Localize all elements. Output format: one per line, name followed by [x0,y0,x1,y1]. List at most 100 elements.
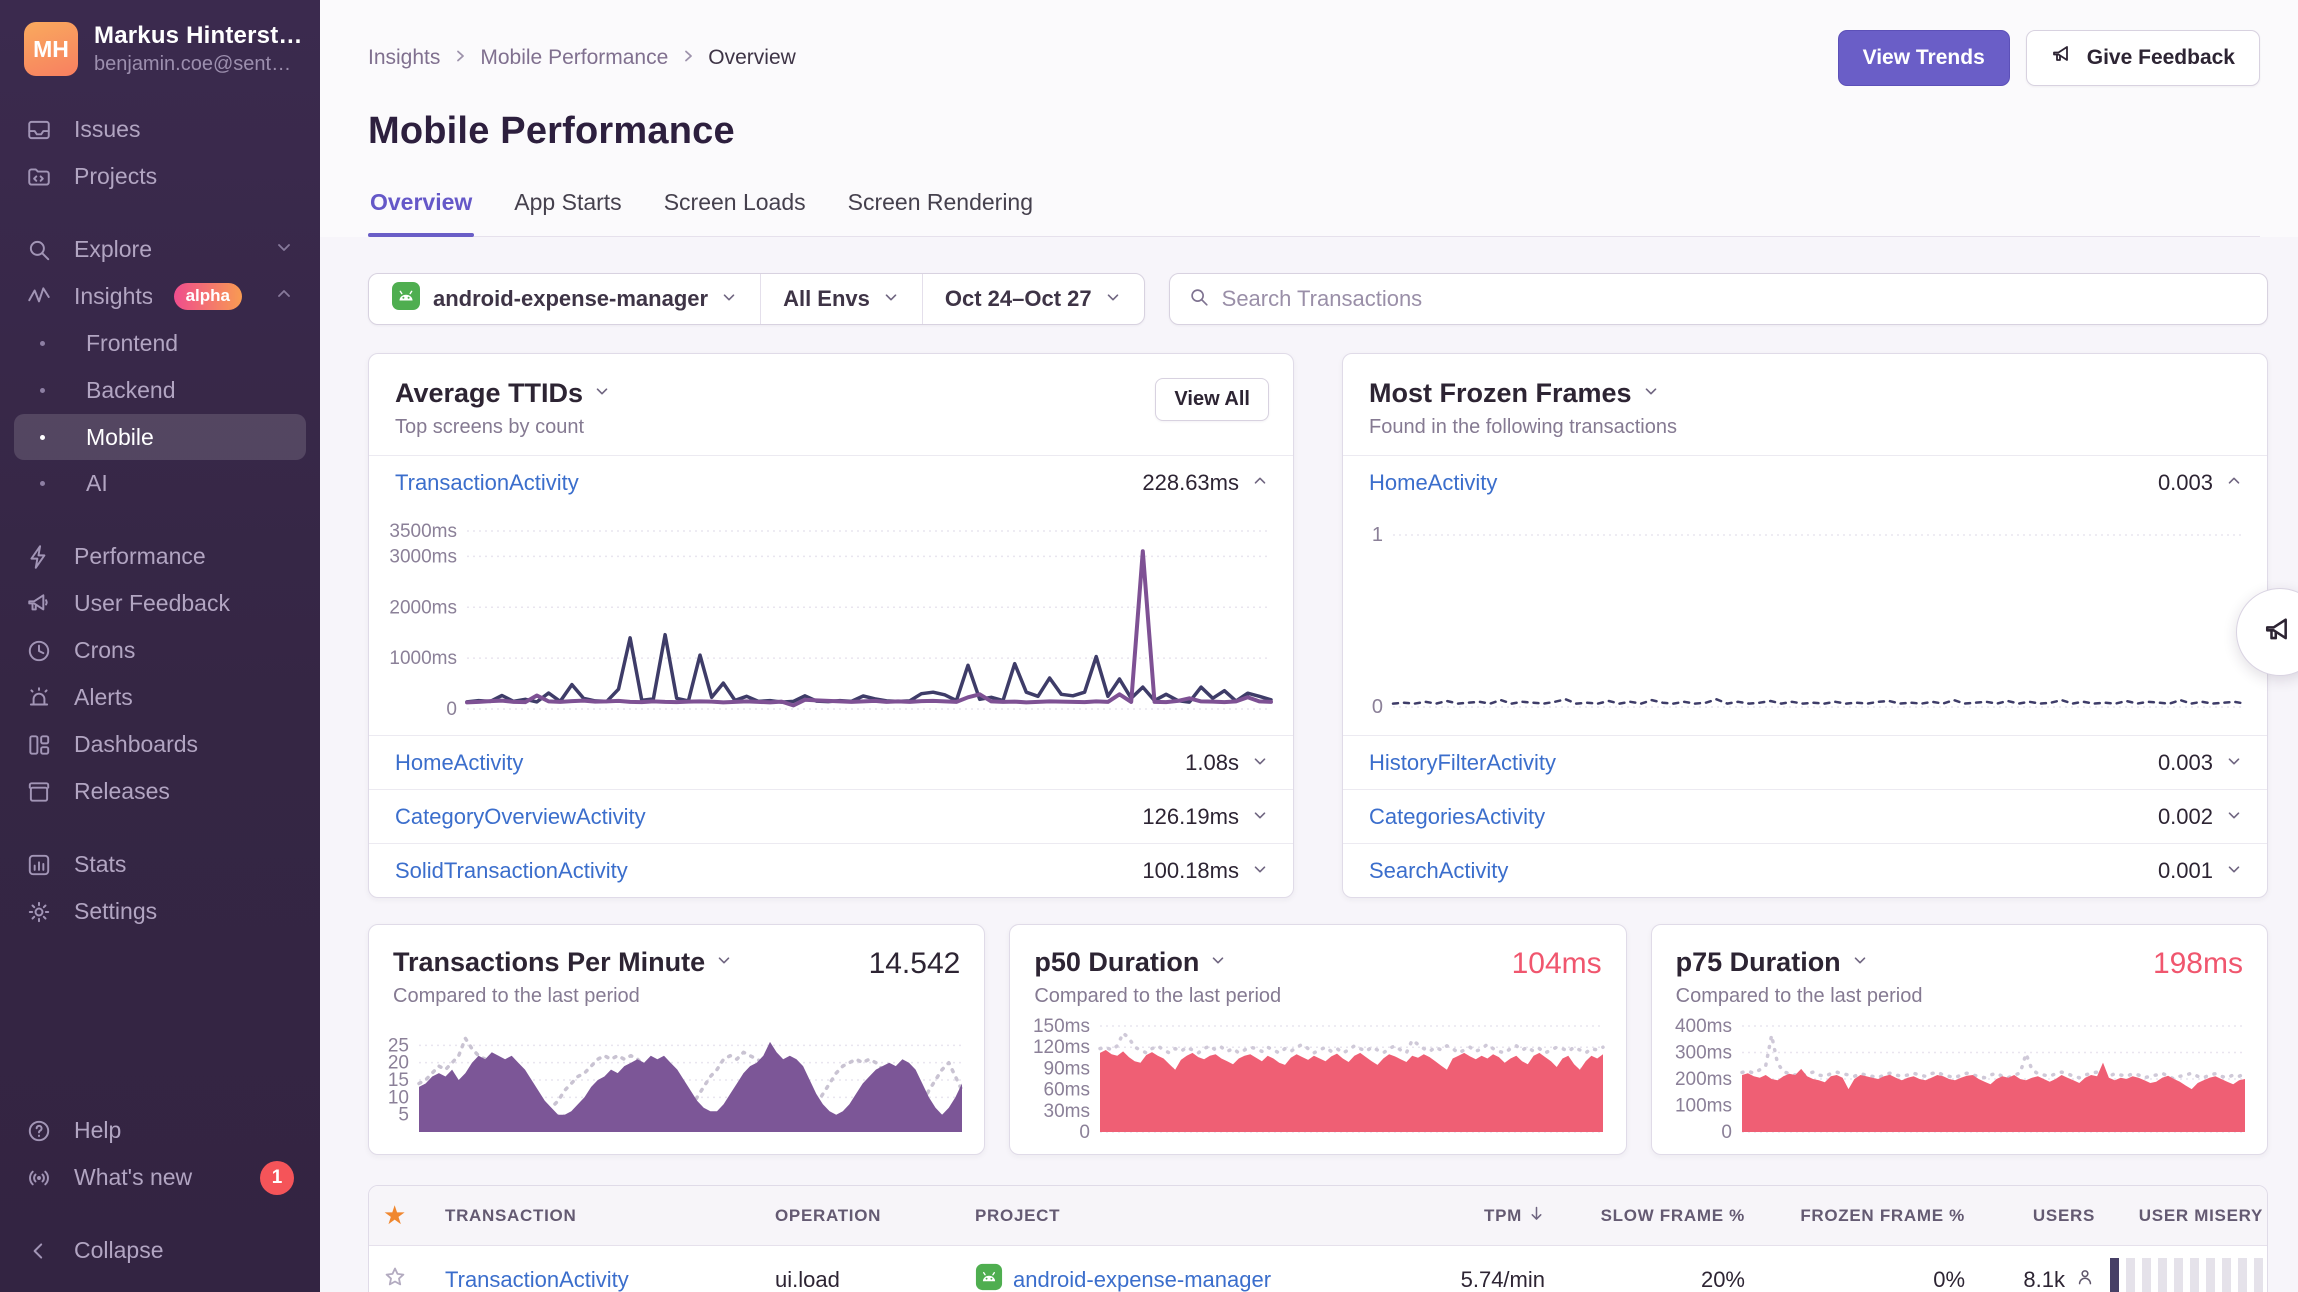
sidebar-item-ai[interactable]: AI [0,460,320,507]
tpm-cell: 5.74/min [1375,1267,1545,1292]
chevron-down-icon[interactable] [1251,804,1269,830]
sidebar-item-user-feedback[interactable]: User Feedback [0,580,320,627]
bullet-icon [40,481,45,486]
user-menu[interactable]: MH Markus Hinterst… benjamin.coe@sent… [0,22,320,76]
svg-text:3000ms: 3000ms [389,546,457,567]
svg-text:1: 1 [1372,524,1383,546]
breadcrumb: Insights Mobile Performance Overview [368,46,796,70]
sidebar-item-insights[interactable]: Insights alpha [0,273,320,320]
chevron-down-icon[interactable] [2225,804,2243,830]
transaction-link[interactable]: SearchActivity [1369,858,1508,884]
chevron-down-icon [882,286,900,312]
transaction-link[interactable]: TransactionActivity [445,1267,629,1292]
transaction-link[interactable]: HomeActivity [395,750,523,776]
tab-overview[interactable]: Overview [368,189,474,236]
sidebar-item-backend[interactable]: Backend [0,367,320,414]
sidebar-item-whats-new[interactable]: What's new 1 [0,1154,320,1201]
sidebar-item-settings[interactable]: Settings [0,888,320,935]
p50-title: p50 Duration [1034,947,1199,978]
sidebar-item-frontend[interactable]: Frontend [0,320,320,367]
sidebar-item-stats[interactable]: Stats [0,841,320,888]
chevron-down-icon[interactable] [593,382,611,405]
transaction-link[interactable]: SolidTransactionActivity [395,858,628,884]
user-icon [2075,1267,2095,1292]
search-input[interactable] [1222,286,2249,312]
col-transaction[interactable]: TRANSACTION [445,1206,775,1226]
android-project-icon [391,281,421,317]
chevron-down-icon[interactable] [1851,951,1869,974]
project-link[interactable]: android-expense-manager [1013,1267,1271,1292]
chevron-up-icon[interactable] [2225,470,2243,496]
sidebar-collapse-button[interactable]: Collapse [0,1227,320,1274]
page-header: Insights Mobile Performance Overview Vie… [320,0,2298,237]
project-filter[interactable]: android-expense-manager [369,274,760,324]
date-range-filter[interactable]: Oct 24–Oct 27 [923,274,1144,324]
sidebar-item-projects[interactable]: Projects [0,153,320,200]
sidebar-item-help[interactable]: Help [0,1107,320,1154]
tpm-value: 14.542 [869,947,961,981]
tpm-card: Transactions Per Minute Compared to the … [368,924,985,1155]
ttids-row-category-overview[interactable]: CategoryOverviewActivity 126.19ms [369,789,1293,843]
chevron-down-icon[interactable] [1251,750,1269,776]
chevron-down-icon[interactable] [2225,750,2243,776]
frozen-title: Most Frozen Frames [1369,378,1632,409]
view-trends-button[interactable]: View Trends [1838,30,2010,86]
breadcrumb-mobile-performance[interactable]: Mobile Performance [480,46,668,70]
ttids-row-home[interactable]: HomeActivity 1.08s [369,735,1293,789]
ttids-subtitle: Top screens by count [395,416,611,439]
frozen-row-categories[interactable]: CategoriesActivity 0.002 [1343,789,2267,843]
transaction-link[interactable]: CategoryOverviewActivity [395,804,646,830]
broadcast-icon [26,1165,52,1191]
insights-icon [26,284,52,310]
whats-new-badge: 1 [260,1161,294,1195]
environment-filter[interactable]: All Envs [761,274,922,324]
sidebar-item-mobile[interactable]: Mobile [14,414,306,460]
col-frozen-frame[interactable]: FROZEN FRAME % [1745,1206,1965,1226]
col-tpm[interactable]: TPM [1375,1205,1545,1227]
ttids-row-solid-transaction[interactable]: SolidTransactionActivity 100.18ms [369,843,1293,897]
p75-subtitle: Compared to the last period [1676,985,1923,1008]
transaction-link[interactable]: HistoryFilterActivity [1369,750,1556,776]
col-operation[interactable]: OPERATION [775,1206,975,1226]
sidebar-item-releases[interactable]: Releases [0,768,320,815]
ttids-expanded-row[interactable]: TransactionActivity 228.63ms [369,455,1293,509]
view-all-button[interactable]: View All [1155,378,1269,421]
col-user-misery[interactable]: USER MISERY [2095,1206,2263,1226]
transaction-link[interactable]: HomeActivity [1369,470,1497,496]
tab-app-starts[interactable]: App Starts [512,189,623,236]
chevron-down-icon[interactable] [715,951,733,974]
frozen-expanded-row[interactable]: HomeActivity 0.003 [1343,455,2267,509]
sidebar-item-issues[interactable]: Issues [0,106,320,153]
col-slow-frame[interactable]: SLOW FRAME % [1545,1206,1745,1226]
star-outline-icon[interactable] [383,1265,407,1292]
sidebar-item-dashboards[interactable]: Dashboards [0,721,320,768]
avatar: MH [24,22,78,76]
sidebar-item-performance[interactable]: Performance [0,533,320,580]
col-users[interactable]: USERS [1965,1206,2095,1226]
alpha-badge: alpha [174,283,242,310]
search-transactions-box [1169,273,2268,325]
tab-bar: Overview App Starts Screen Loads Screen … [368,189,2260,237]
tpm-chart: 252015105 [373,1018,966,1140]
transaction-link[interactable]: TransactionActivity [395,470,579,496]
col-project[interactable]: PROJECT [975,1206,1375,1226]
table-row[interactable]: TransactionActivity ui.load android-expe… [369,1246,2267,1292]
frozen-row-search[interactable]: SearchActivity 0.001 [1343,843,2267,897]
give-feedback-button[interactable]: Give Feedback [2026,30,2260,86]
chevron-down-icon[interactable] [1642,382,1660,405]
breadcrumb-insights[interactable]: Insights [368,46,440,70]
chevron-down-icon[interactable] [2225,858,2243,884]
sidebar-item-explore[interactable]: Explore [0,226,320,273]
star-icon[interactable]: ★ [383,1200,407,1231]
chevron-down-icon[interactable] [1209,951,1227,974]
chevron-up-icon [274,283,294,310]
sidebar-item-crons[interactable]: Crons [0,627,320,674]
transaction-link[interactable]: CategoriesActivity [1369,804,1545,830]
chevron-down-icon[interactable] [1251,858,1269,884]
chevron-up-icon[interactable] [1251,470,1269,496]
tab-screen-rendering[interactable]: Screen Rendering [846,189,1035,236]
operation-cell: ui.load [775,1267,975,1292]
tab-screen-loads[interactable]: Screen Loads [662,189,808,236]
sidebar-item-alerts[interactable]: Alerts [0,674,320,721]
frozen-row-history-filter[interactable]: HistoryFilterActivity 0.003 [1343,735,2267,789]
